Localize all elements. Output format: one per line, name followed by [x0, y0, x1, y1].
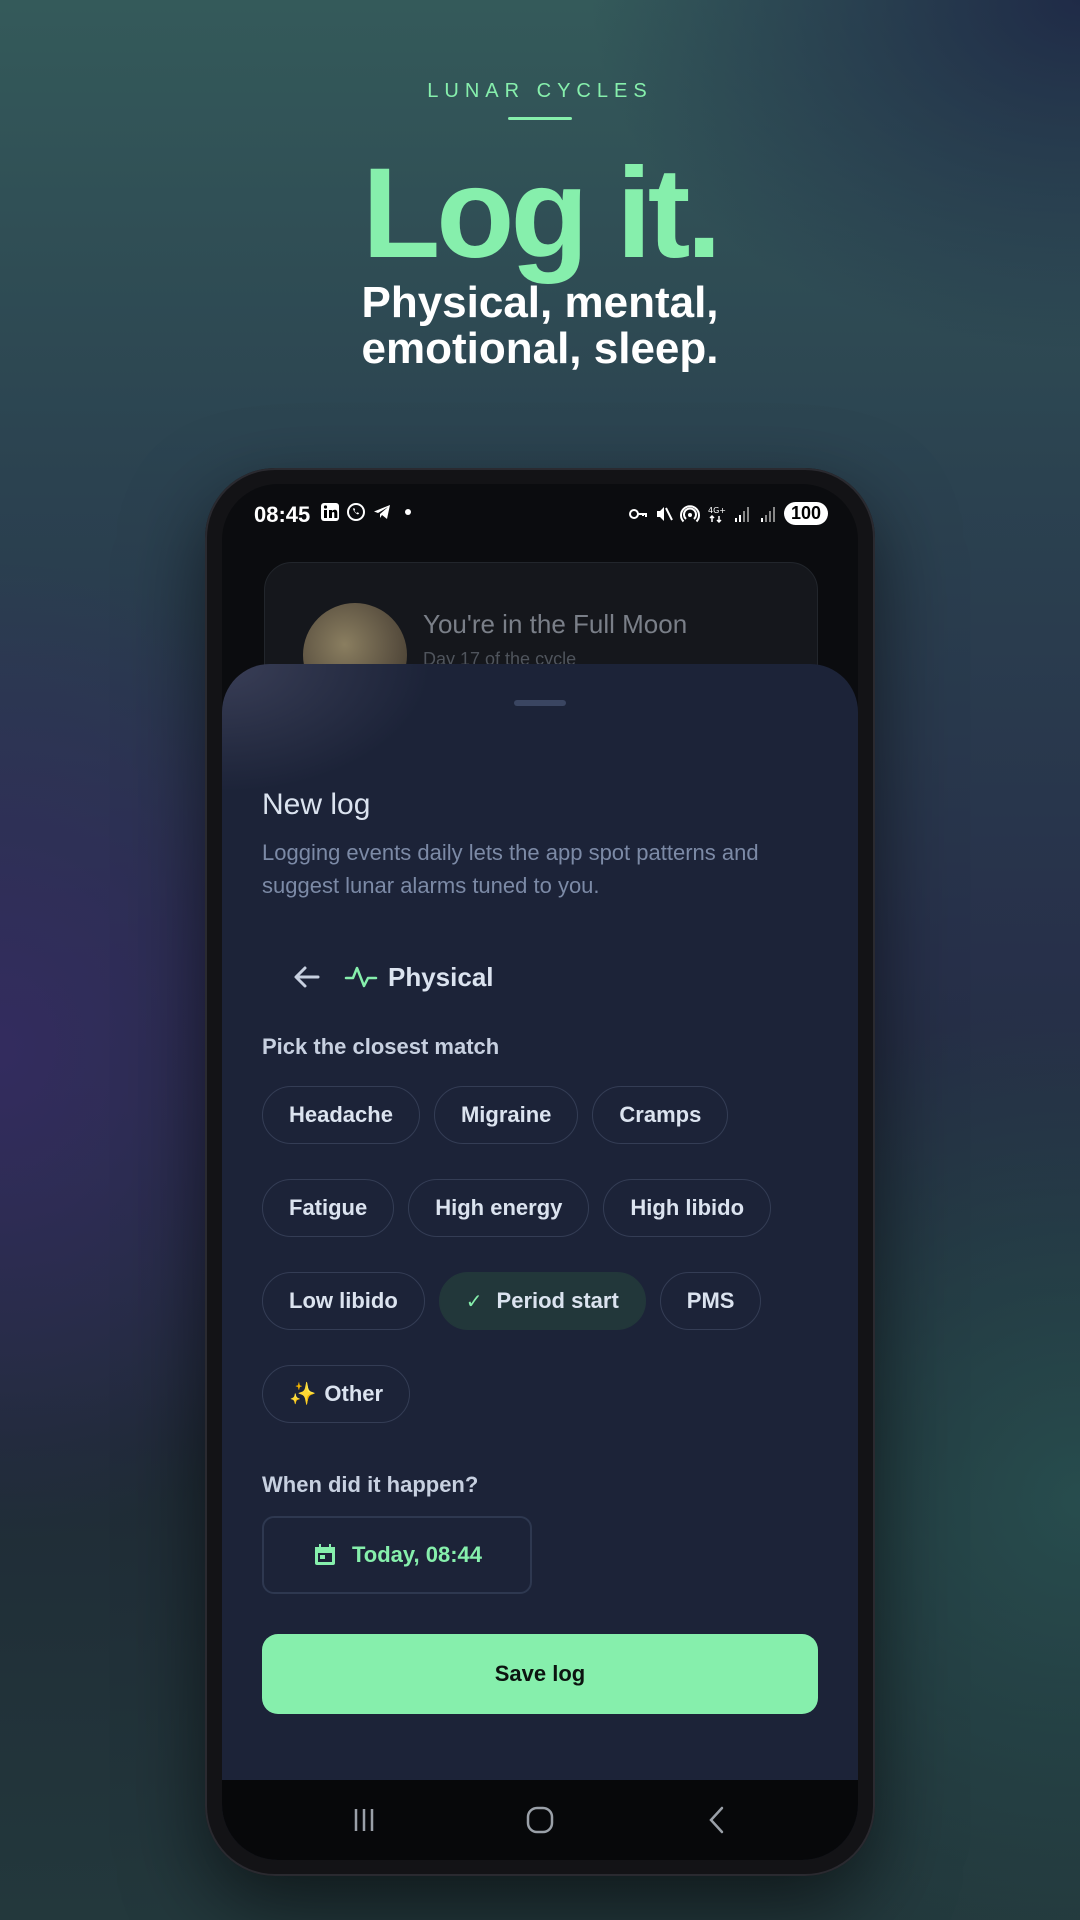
back-button[interactable]: [282, 952, 332, 1002]
hero-subhead: Physical, mental, emotional, sleep.: [0, 280, 1080, 372]
activity-pulse-icon: [344, 966, 378, 988]
telegram-icon: [374, 505, 390, 519]
signal-icon: [734, 506, 749, 522]
chip-row: Headache Migraine Cramps: [262, 1086, 822, 1146]
system-back-button[interactable]: [688, 1800, 748, 1840]
category-label: Physical: [388, 961, 494, 992]
chip-other[interactable]: ✨ Other: [262, 1365, 411, 1423]
chip-headache[interactable]: Headache: [262, 1086, 420, 1144]
new-log-sheet: New log Logging events daily lets the ap…: [222, 664, 858, 1860]
check-icon: ✓: [465, 1290, 483, 1313]
chip-label: Other: [324, 1381, 384, 1406]
chip-migraine[interactable]: Migraine: [433, 1086, 579, 1144]
status-time: 08:45: [254, 502, 311, 527]
mute-icon: [656, 506, 673, 521]
chip-label: High energy: [435, 1195, 563, 1220]
recents-icon: [354, 1809, 374, 1831]
sheet-description: Logging events daily lets the app spot p…: [262, 840, 759, 898]
chip-label: Headache: [289, 1102, 393, 1127]
sheet-drag-handle[interactable]: [514, 700, 566, 706]
4g-icon: 4G+: [708, 506, 726, 523]
chip-row: Fatigue High energy High libido: [262, 1179, 822, 1239]
hero-subhead-line1: Physical, mental,: [361, 278, 719, 327]
pick-label: Pick the closest match: [262, 1034, 500, 1059]
chip-row: ✨ Other: [262, 1365, 822, 1425]
chip-fatigue[interactable]: Fatigue: [262, 1179, 395, 1237]
sparkles-icon: ✨: [289, 1381, 317, 1406]
symptom-chips: Headache Migraine Cramps Fatigue High en…: [262, 1086, 822, 1458]
home-icon: [526, 1806, 554, 1834]
chip-high-libido[interactable]: High libido: [603, 1179, 772, 1237]
chip-cramps[interactable]: Cramps: [592, 1086, 729, 1144]
hero-headline: Log it.: [362, 142, 722, 285]
date-picker-button[interactable]: Today, 08:44: [262, 1516, 532, 1594]
date-value: Today, 08:44: [351, 1542, 482, 1567]
whatsapp-icon: [347, 503, 365, 521]
chip-low-libido[interactable]: Low libido: [262, 1272, 425, 1330]
chip-label: Period start: [496, 1288, 619, 1313]
brand-underline: [508, 117, 572, 120]
signal-icon: [760, 506, 775, 522]
sheet-title: New log: [262, 788, 371, 821]
chip-period-start[interactable]: ✓ Period start: [438, 1272, 646, 1330]
chip-label: Fatigue: [289, 1195, 368, 1220]
dot-icon: [405, 509, 411, 515]
recents-button[interactable]: [334, 1800, 394, 1840]
category-header: Physical: [262, 952, 494, 1002]
chip-label: Migraine: [460, 1102, 552, 1127]
chip-row: Low libido ✓ Period start PMS: [262, 1272, 822, 1332]
linkedin-icon: [321, 503, 339, 521]
save-log-button[interactable]: Save log: [262, 1634, 818, 1714]
chip-label: Low libido: [289, 1288, 398, 1313]
when-label: When did it happen?: [262, 1472, 479, 1497]
arrow-left-icon: [294, 966, 320, 988]
chip-label: PMS: [686, 1288, 735, 1313]
status-right-icons: 4G+ 100: [628, 502, 828, 525]
network-type-text: 4G+: [708, 506, 726, 515]
brand-label: LUNAR CYCLES: [427, 80, 653, 102]
phone-screen: 08:45 4G+ 100 You're in the Full Moon Da…: [222, 484, 858, 1860]
chip-label: Cramps: [619, 1102, 702, 1127]
chip-high-energy[interactable]: High energy: [408, 1179, 590, 1237]
home-button[interactable]: [510, 1800, 570, 1840]
hotspot-icon: [679, 504, 700, 522]
moon-card-title: You're in the Full Moon: [423, 609, 688, 639]
key-icon: [628, 508, 647, 519]
chip-pms[interactable]: PMS: [659, 1272, 762, 1330]
calendar-icon: [314, 1544, 335, 1565]
system-nav-bar: [222, 1780, 858, 1860]
hero-subhead-line2: emotional, sleep.: [361, 324, 719, 373]
status-bar: 08:45 4G+ 100: [222, 484, 858, 544]
back-icon: [709, 1806, 724, 1834]
battery-indicator: 100: [783, 502, 828, 525]
status-left-icons: [320, 502, 418, 522]
chip-label: High libido: [630, 1195, 745, 1220]
